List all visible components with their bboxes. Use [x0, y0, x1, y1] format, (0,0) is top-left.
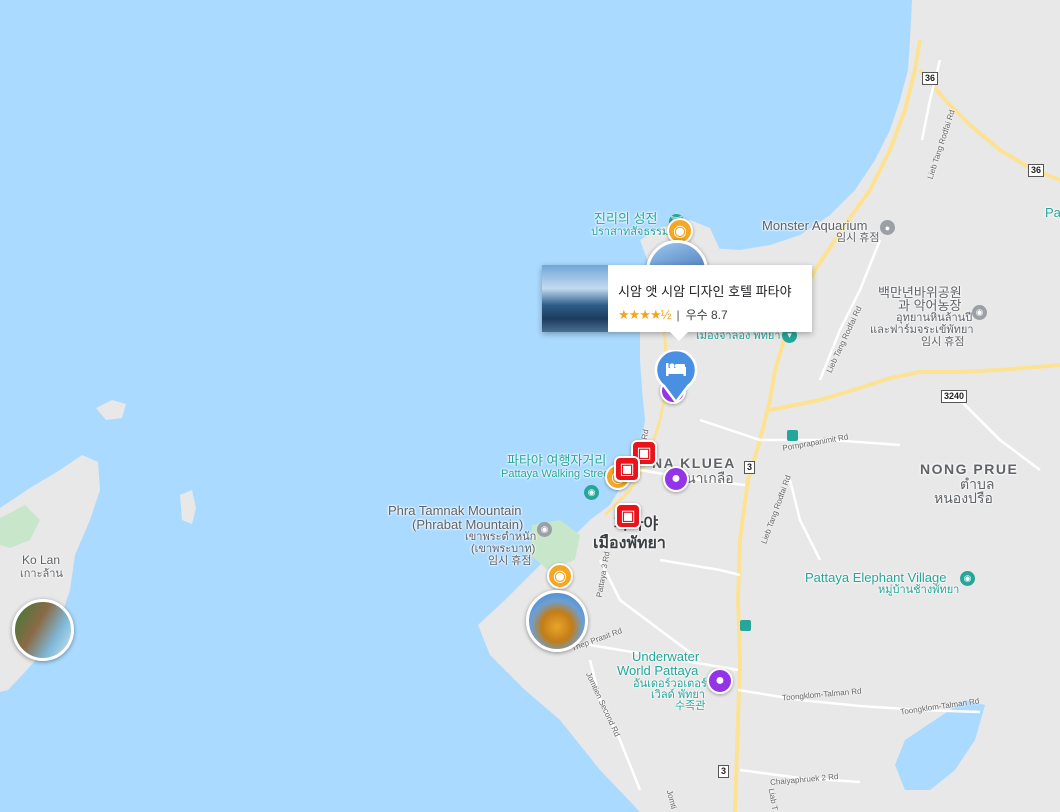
elephant-village-label-th: หมู่บ้านช้างพัทยา	[878, 584, 960, 596]
sanctuary-label-kr[interactable]: 진리의 성전	[594, 211, 657, 227]
camera-icon-phra-tamnak[interactable]: ◉	[537, 522, 552, 537]
nightlife-pin-icon[interactable]: ●	[707, 668, 733, 694]
aquarium-pin-icon[interactable]: ●	[880, 220, 895, 235]
sanctuary-label-th: ปราสาทสัจธรรม	[591, 226, 670, 238]
hotel-review-score: 우수 8.7	[685, 308, 728, 322]
shopping-bag-icon[interactable]: ▣	[614, 456, 640, 482]
bus-icon[interactable]	[787, 430, 798, 441]
bus-icon[interactable]	[740, 620, 751, 631]
phra-tamnak-th2: (เขาพระบาท)	[471, 543, 536, 555]
underwater-status: 수족관	[675, 700, 706, 712]
buddha-photo-thumbnail[interactable]	[526, 590, 588, 652]
map-canvas[interactable]	[0, 0, 1060, 812]
camera-icon-elephant[interactable]: ◉	[960, 571, 975, 586]
attraction-camera-icon[interactable]: ◉	[547, 563, 573, 589]
edge-label-pa: Pa	[1045, 205, 1060, 220]
district-nong-prue: NONG PRUE	[920, 461, 1019, 477]
district-na-kluea: NA KLUEA	[652, 455, 736, 471]
walking-street-label-kr[interactable]: 파타야 여행자거리	[507, 453, 606, 469]
route-shield-36a: 36	[922, 72, 939, 85]
park-label-th2: และฟาร์มจระเข้พัทยา	[870, 324, 974, 336]
phra-tamnak-status: 임시 휴점	[488, 555, 532, 567]
camera-icon[interactable]: ◉	[972, 305, 987, 320]
park-status: 임시 휴점	[921, 336, 965, 348]
nightlife-pin-icon[interactable]: ●	[663, 466, 689, 492]
rating-separator: |	[676, 307, 680, 322]
route-shield-3240: 3240	[941, 390, 968, 403]
shopping-bag-icon[interactable]: ▣	[615, 503, 641, 529]
hotel-photo[interactable]	[542, 265, 608, 332]
hotel-info-card[interactable]: 시암 앳 시암 디자인 호텔 파타야 ★★★★½ | 우수 8.7	[542, 265, 812, 341]
hotel-pin-icon[interactable]	[654, 350, 698, 404]
ko-lan-photo-thumbnail[interactable]	[12, 599, 74, 661]
walking-street-label-en: Pattaya Walking Street	[501, 468, 613, 480]
camera-icon-walking[interactable]: ◉	[584, 485, 599, 500]
ko-lan-label: Ko Lan	[22, 553, 61, 567]
road-label-rd-a: Rd	[639, 428, 651, 441]
phra-tamnak-th1: เขาพระตำหนัก	[465, 531, 537, 543]
hotel-name[interactable]: 시암 앳 시암 디자인 호텔 파타야	[618, 281, 792, 300]
monster-aquarium-status: 임시 휴점	[836, 232, 880, 244]
route-shield-36b: 36	[1028, 164, 1045, 177]
district-na-kluea-th: นาเกลือ	[686, 470, 734, 486]
hotel-star-rating: ★★★★½	[618, 306, 671, 322]
underwater-label-2: World Pattaya	[617, 663, 699, 678]
park-label-th1: อุทยานหินล้านปี	[896, 312, 973, 324]
route-shield-3b: 3	[718, 765, 730, 778]
ko-lan-label-th: เกาะล้าน	[20, 568, 63, 580]
nong-prue-th2: หนองปรือ	[934, 490, 993, 506]
route-shield-3a: 3	[744, 461, 756, 474]
